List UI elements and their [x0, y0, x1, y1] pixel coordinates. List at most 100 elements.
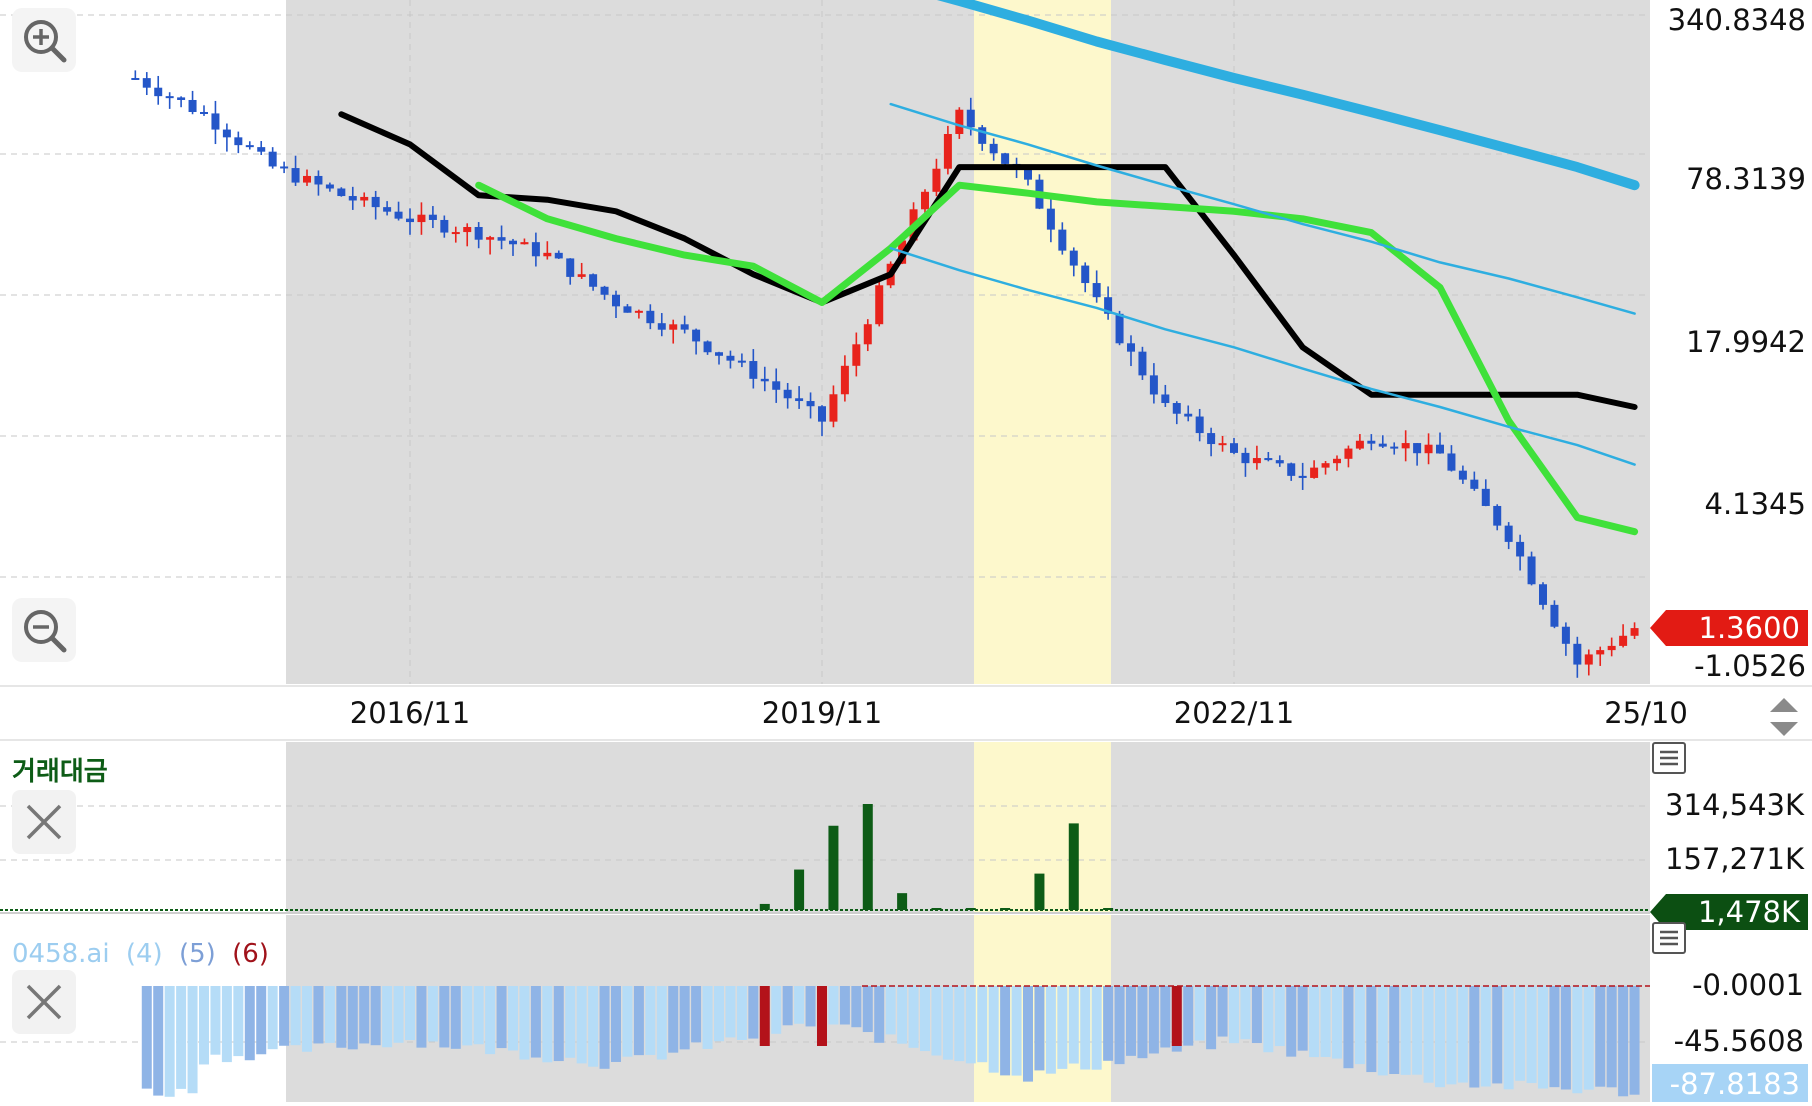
- indicator-bar: [1583, 986, 1594, 1090]
- candle-body: [1184, 413, 1193, 417]
- indicator-bar: [839, 986, 850, 1025]
- indicator-bar: [611, 986, 621, 1062]
- indicator-bar: [405, 986, 415, 1041]
- indicator-bar: [1320, 986, 1331, 1057]
- candle-body: [131, 77, 140, 80]
- indicator-bar: [290, 986, 301, 1046]
- indicator-bar: [828, 986, 839, 1025]
- candle-body: [1493, 505, 1502, 526]
- indicator-bar: [897, 986, 908, 1044]
- candle-body: [921, 191, 929, 210]
- time-tick-label: 2022/11: [1174, 696, 1294, 730]
- candle-body: [1138, 351, 1147, 376]
- indicator-bar: [1206, 986, 1217, 1050]
- candle-body: [165, 96, 174, 99]
- candle-body: [1058, 229, 1067, 251]
- candle-body: [600, 286, 609, 295]
- indicator-bar: [965, 986, 976, 1064]
- indicator-bar: [187, 986, 198, 1094]
- indicator-bar: [920, 986, 930, 1052]
- candle-body: [623, 306, 632, 313]
- indicator-bar: [1457, 986, 1468, 1083]
- indicator-bar: [942, 986, 953, 1060]
- indicator-bar: [691, 986, 702, 1043]
- indicator-bar: [1217, 986, 1228, 1037]
- indicator-bar: [485, 986, 496, 1055]
- candle-body: [314, 175, 323, 185]
- candle-body: [554, 252, 563, 259]
- volume-bar: [1068, 823, 1079, 910]
- price-tick-label: -1.0526: [1694, 649, 1806, 683]
- volume-bar: [828, 825, 839, 910]
- indicator-bar: [1183, 986, 1194, 1046]
- indicator-close-button[interactable]: [12, 970, 76, 1034]
- candle-body: [211, 113, 220, 130]
- indicator-bar: [977, 986, 988, 1063]
- candle-body: [360, 196, 369, 201]
- up-down-arrows-icon: [1770, 698, 1798, 736]
- indicator-bar: [1103, 986, 1114, 1061]
- indicator-bar: [1572, 986, 1583, 1094]
- indicator-bar: [1023, 986, 1033, 1082]
- indicator-bar: [256, 986, 267, 1055]
- volume-close-button[interactable]: [12, 790, 76, 854]
- indicator-menu-button[interactable]: [1652, 922, 1686, 954]
- candle-body: [1470, 479, 1479, 489]
- indicator-bar: [1343, 986, 1354, 1069]
- indicator-bar: [1400, 986, 1411, 1075]
- time-scroll-control[interactable]: [1762, 694, 1806, 740]
- indicator-bar: [473, 986, 484, 1045]
- candle-body: [1115, 313, 1124, 344]
- indicator-bar: [885, 986, 896, 1035]
- volume-bar: [1034, 873, 1045, 910]
- indicator-param-5: (5): [179, 939, 216, 969]
- indicator-bar: [1011, 986, 1022, 1076]
- candle-body: [1401, 443, 1410, 449]
- indicator-bar: [244, 986, 255, 1061]
- candle-body: [703, 341, 712, 353]
- volume-panel-title: 거래대금: [12, 757, 108, 787]
- zoom-out-button[interactable]: [12, 598, 76, 662]
- indicator-bar: [668, 986, 679, 1053]
- candle-body: [1298, 475, 1307, 478]
- candle-body: [1607, 645, 1616, 651]
- indicator-bar: [1114, 986, 1125, 1065]
- stock-chart[interactable]: 340.8348 78.3139 17.9942 4.1345 -1.0526 …: [0, 0, 1812, 1102]
- indicator-bar: [782, 986, 793, 1026]
- volume-bar: [1103, 908, 1114, 910]
- candle-body: [1275, 460, 1284, 464]
- indicator-bar: [221, 986, 232, 1063]
- indicator-bar: [1377, 986, 1388, 1076]
- chart-stage[interactable]: 340.8348 78.3139 17.9942 4.1345 -1.0526 …: [0, 0, 1812, 1102]
- candle-body: [497, 237, 506, 241]
- candle-body: [1069, 250, 1078, 266]
- candle-body: [1630, 628, 1639, 636]
- candle-body: [1264, 458, 1273, 461]
- candle-body: [325, 184, 334, 189]
- candle-body: [154, 87, 163, 97]
- zoom-in-button[interactable]: [12, 8, 76, 72]
- candle-body: [1252, 458, 1261, 464]
- indicator-bar: [565, 986, 576, 1058]
- indicator-bar: [1137, 986, 1148, 1059]
- candle-body: [783, 389, 792, 399]
- candle-body: [1390, 446, 1399, 449]
- indicator-bar: [462, 986, 473, 1046]
- indicator-bar: [633, 986, 644, 1056]
- indicator-bar: [622, 986, 633, 1057]
- indicator-bar: [1412, 986, 1423, 1075]
- candle-body: [1207, 433, 1216, 445]
- indicator-bar: [1171, 986, 1182, 1046]
- price-axis: 340.8348 78.3139 17.9942 4.1345 -1.0526: [1668, 3, 1806, 683]
- volume-menu-button[interactable]: [1652, 742, 1686, 774]
- candle-body: [1344, 448, 1353, 459]
- indicator-bar: [1618, 986, 1629, 1097]
- indicator-bar: [530, 986, 541, 1058]
- candle-body: [692, 329, 701, 342]
- indicator-bar: [450, 986, 461, 1049]
- candle-body: [486, 237, 495, 240]
- indicator-name: 0458.ai: [12, 939, 110, 969]
- candle-body: [520, 242, 529, 245]
- candle-body: [829, 394, 838, 422]
- candle-body: [188, 99, 197, 112]
